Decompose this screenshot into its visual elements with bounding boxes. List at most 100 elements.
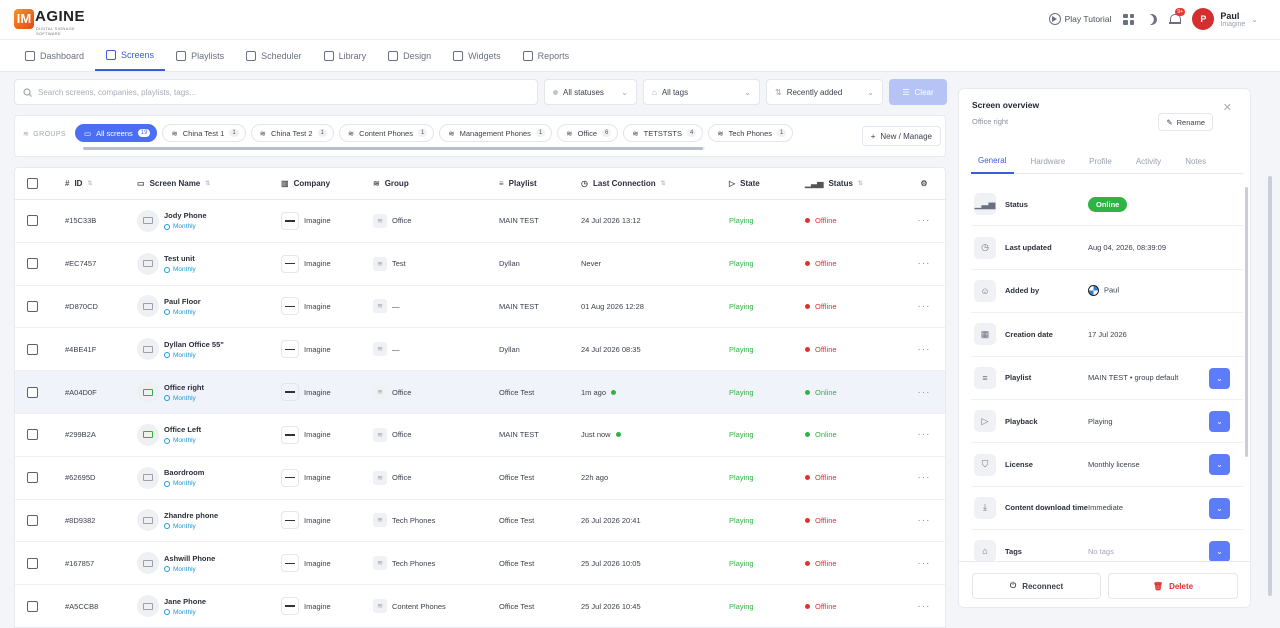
expand-dropdown-button[interactable]: ⌄ xyxy=(1209,497,1230,519)
header-status[interactable]: Status xyxy=(828,179,852,188)
more-actions-icon[interactable]: ··· xyxy=(918,215,931,226)
screen-name[interactable]: Jane Phone xyxy=(164,597,206,606)
table-row[interactable]: #167857 Ashwill Phone Monthly Imagine ≋ Tech … xyxy=(15,542,945,586)
table-row[interactable]: #D870CD Paul Floor Monthly Imagine ≋ — MAIN TE… xyxy=(15,286,945,329)
more-actions-icon[interactable]: ··· xyxy=(918,601,931,612)
row-checkbox[interactable] xyxy=(27,429,38,441)
nav-item-library[interactable]: Library xyxy=(313,40,378,71)
table-row[interactable]: #4BE41F Dyllan Office 55" Monthly Imagine ≋ —… xyxy=(15,328,945,372)
sort-select[interactable]: ⇅ Recently added ⌄ xyxy=(766,79,883,105)
row-checkbox[interactable] xyxy=(27,215,38,227)
screen-name[interactable]: Test unit xyxy=(164,254,196,263)
expand-dropdown-button[interactable]: ⌄ xyxy=(1209,410,1230,432)
row-checkbox[interactable] xyxy=(27,258,38,270)
nav-item-design[interactable]: Design xyxy=(377,40,442,71)
more-actions-icon[interactable]: ··· xyxy=(918,387,931,398)
new-manage-groups-button[interactable]: + New / Manage xyxy=(861,126,941,146)
screen-name[interactable]: Office right xyxy=(164,383,204,392)
tab-profile[interactable]: Profile xyxy=(1082,149,1120,174)
group-chip[interactable]: ≋ Tech Phones 1 xyxy=(708,124,794,142)
screen-name[interactable]: Zhandre phone xyxy=(164,511,218,520)
more-actions-icon[interactable]: ··· xyxy=(918,301,931,312)
status-filter-select[interactable]: All statuses ⌄ xyxy=(544,79,637,105)
screen-name[interactable]: Dyllan Office 55" xyxy=(164,340,224,349)
group-chip[interactable]: ▭ All screens 19 xyxy=(75,124,158,142)
group-chip[interactable]: ≋ TETSTSTS 4 xyxy=(623,124,704,142)
search-input[interactable] xyxy=(38,87,518,97)
rename-button[interactable]: ✎ Rename xyxy=(1158,113,1213,131)
tags-filter-select[interactable]: ⌂ All tags ⌄ xyxy=(643,79,760,105)
screen-name[interactable]: Jody Phone xyxy=(164,211,207,220)
nav-item-dashboard[interactable]: Dashboard xyxy=(14,40,95,71)
table-row[interactable]: #A04D0F Office right Monthly Imagine ≋ Office… xyxy=(15,371,945,414)
group-chip[interactable]: ≋ China Test 2 1 xyxy=(250,124,334,142)
sort-icon[interactable]: ⇅ xyxy=(87,180,92,187)
sort-icon[interactable]: ⇅ xyxy=(661,180,666,187)
panel-scrollbar[interactable] xyxy=(1245,187,1248,457)
screen-name[interactable]: Ashwill Phone xyxy=(164,554,215,563)
screen-name[interactable]: Baordroom xyxy=(164,468,204,477)
group-chip[interactable]: ≋ China Test 1 1 xyxy=(162,124,246,142)
nav-item-screens[interactable]: Screens xyxy=(95,40,166,71)
close-icon[interactable]: ✕ xyxy=(1223,101,1232,114)
table-row[interactable]: #8D9382 Zhandre phone Monthly Imagine ≋ Tech … xyxy=(15,500,945,543)
more-actions-icon[interactable]: ··· xyxy=(918,558,931,569)
groups-scrollbar-thumb[interactable] xyxy=(83,147,703,150)
column-settings-icon[interactable]: ⚙ xyxy=(920,179,927,188)
nav-item-widgets[interactable]: Widgets xyxy=(442,40,512,71)
group-chip[interactable]: ≋ Management Phones 1 xyxy=(439,124,553,142)
more-actions-icon[interactable]: ··· xyxy=(918,344,931,355)
group-chip[interactable]: ≋ Content Phones 1 xyxy=(338,124,435,142)
apps-grid-icon[interactable] xyxy=(1123,13,1135,25)
table-row[interactable]: #62695D Baordroom Monthly Imagine ≋ Office Off… xyxy=(15,457,945,500)
table-row[interactable]: #A5CCB8 Jane Phone Monthly Imagine ≋ Content … xyxy=(15,585,945,627)
expand-dropdown-button[interactable]: ⌄ xyxy=(1209,367,1230,389)
nav-item-reports[interactable]: Reports xyxy=(512,40,581,71)
notifications-bell-icon[interactable]: 9+ xyxy=(1169,8,1186,25)
select-all-checkbox[interactable] xyxy=(27,178,38,189)
play-tutorial-button[interactable]: Play Tutorial xyxy=(1048,13,1111,25)
expand-dropdown-button[interactable]: ⌄ xyxy=(1209,541,1230,563)
sort-icon[interactable]: ⇅ xyxy=(205,180,210,187)
tab-general[interactable]: General xyxy=(971,149,1015,174)
more-actions-icon[interactable]: ··· xyxy=(918,258,931,269)
clear-button[interactable]: ☰ Clear xyxy=(889,79,947,105)
tab-notes[interactable]: Notes xyxy=(1178,149,1214,174)
table-row[interactable]: #299B2A Office Left Monthly Imagine ≋ Office M… xyxy=(15,414,945,457)
expand-dropdown-button[interactable]: ⌄ xyxy=(1209,454,1230,476)
header-id[interactable]: ID xyxy=(74,179,82,188)
reconnect-button[interactable]: ⏻ Reconnect xyxy=(972,573,1101,599)
header-name[interactable]: Screen Name xyxy=(150,179,201,188)
row-checkbox[interactable] xyxy=(27,300,38,312)
user-menu[interactable]: P Paul Imagine ⌄ xyxy=(1192,8,1258,30)
more-actions-icon[interactable]: ··· xyxy=(918,429,931,440)
dark-mode-icon[interactable] xyxy=(1145,12,1159,26)
nav-item-scheduler[interactable]: Scheduler xyxy=(235,40,313,71)
more-actions-icon[interactable]: ··· xyxy=(918,472,931,483)
group-name: — xyxy=(392,301,400,311)
nav-item-playlists[interactable]: Playlists xyxy=(165,40,235,71)
monitor-icon xyxy=(143,602,153,610)
delete-button[interactable]: 🗑 Delete xyxy=(1108,573,1238,599)
header-last-connection[interactable]: Last Connection xyxy=(593,179,656,188)
company-logo xyxy=(281,468,299,487)
table-row[interactable]: #15C33B Jody Phone Monthly Imagine ≋ Office MA… xyxy=(15,200,945,243)
screen-name[interactable]: Paul Floor xyxy=(164,297,201,306)
page-scrollbar[interactable] xyxy=(1268,176,1272,596)
screen-name[interactable]: Office Left xyxy=(164,425,201,434)
table-row[interactable]: #EC7457 Test unit Monthly Imagine ≋ Test Dylla… xyxy=(15,243,945,286)
row-checkbox[interactable] xyxy=(27,514,38,526)
groups-scrollbar[interactable] xyxy=(83,147,705,150)
sort-icon[interactable]: ⇅ xyxy=(858,180,863,187)
row-checkbox[interactable] xyxy=(27,386,38,398)
logo[interactable]: IM AGINE DIGITAL SIGNAGE SOFTWARE xyxy=(14,9,85,36)
group-chip[interactable]: ≋ Office 6 xyxy=(557,124,619,142)
row-checkbox[interactable] xyxy=(27,472,38,484)
search-box[interactable] xyxy=(14,79,538,105)
row-checkbox[interactable] xyxy=(27,343,38,355)
tab-hardware[interactable]: Hardware xyxy=(1023,149,1073,174)
row-checkbox[interactable] xyxy=(27,600,38,612)
more-actions-icon[interactable]: ··· xyxy=(918,515,931,526)
row-checkbox[interactable] xyxy=(27,557,38,569)
tab-activity[interactable]: Activity xyxy=(1129,149,1169,174)
